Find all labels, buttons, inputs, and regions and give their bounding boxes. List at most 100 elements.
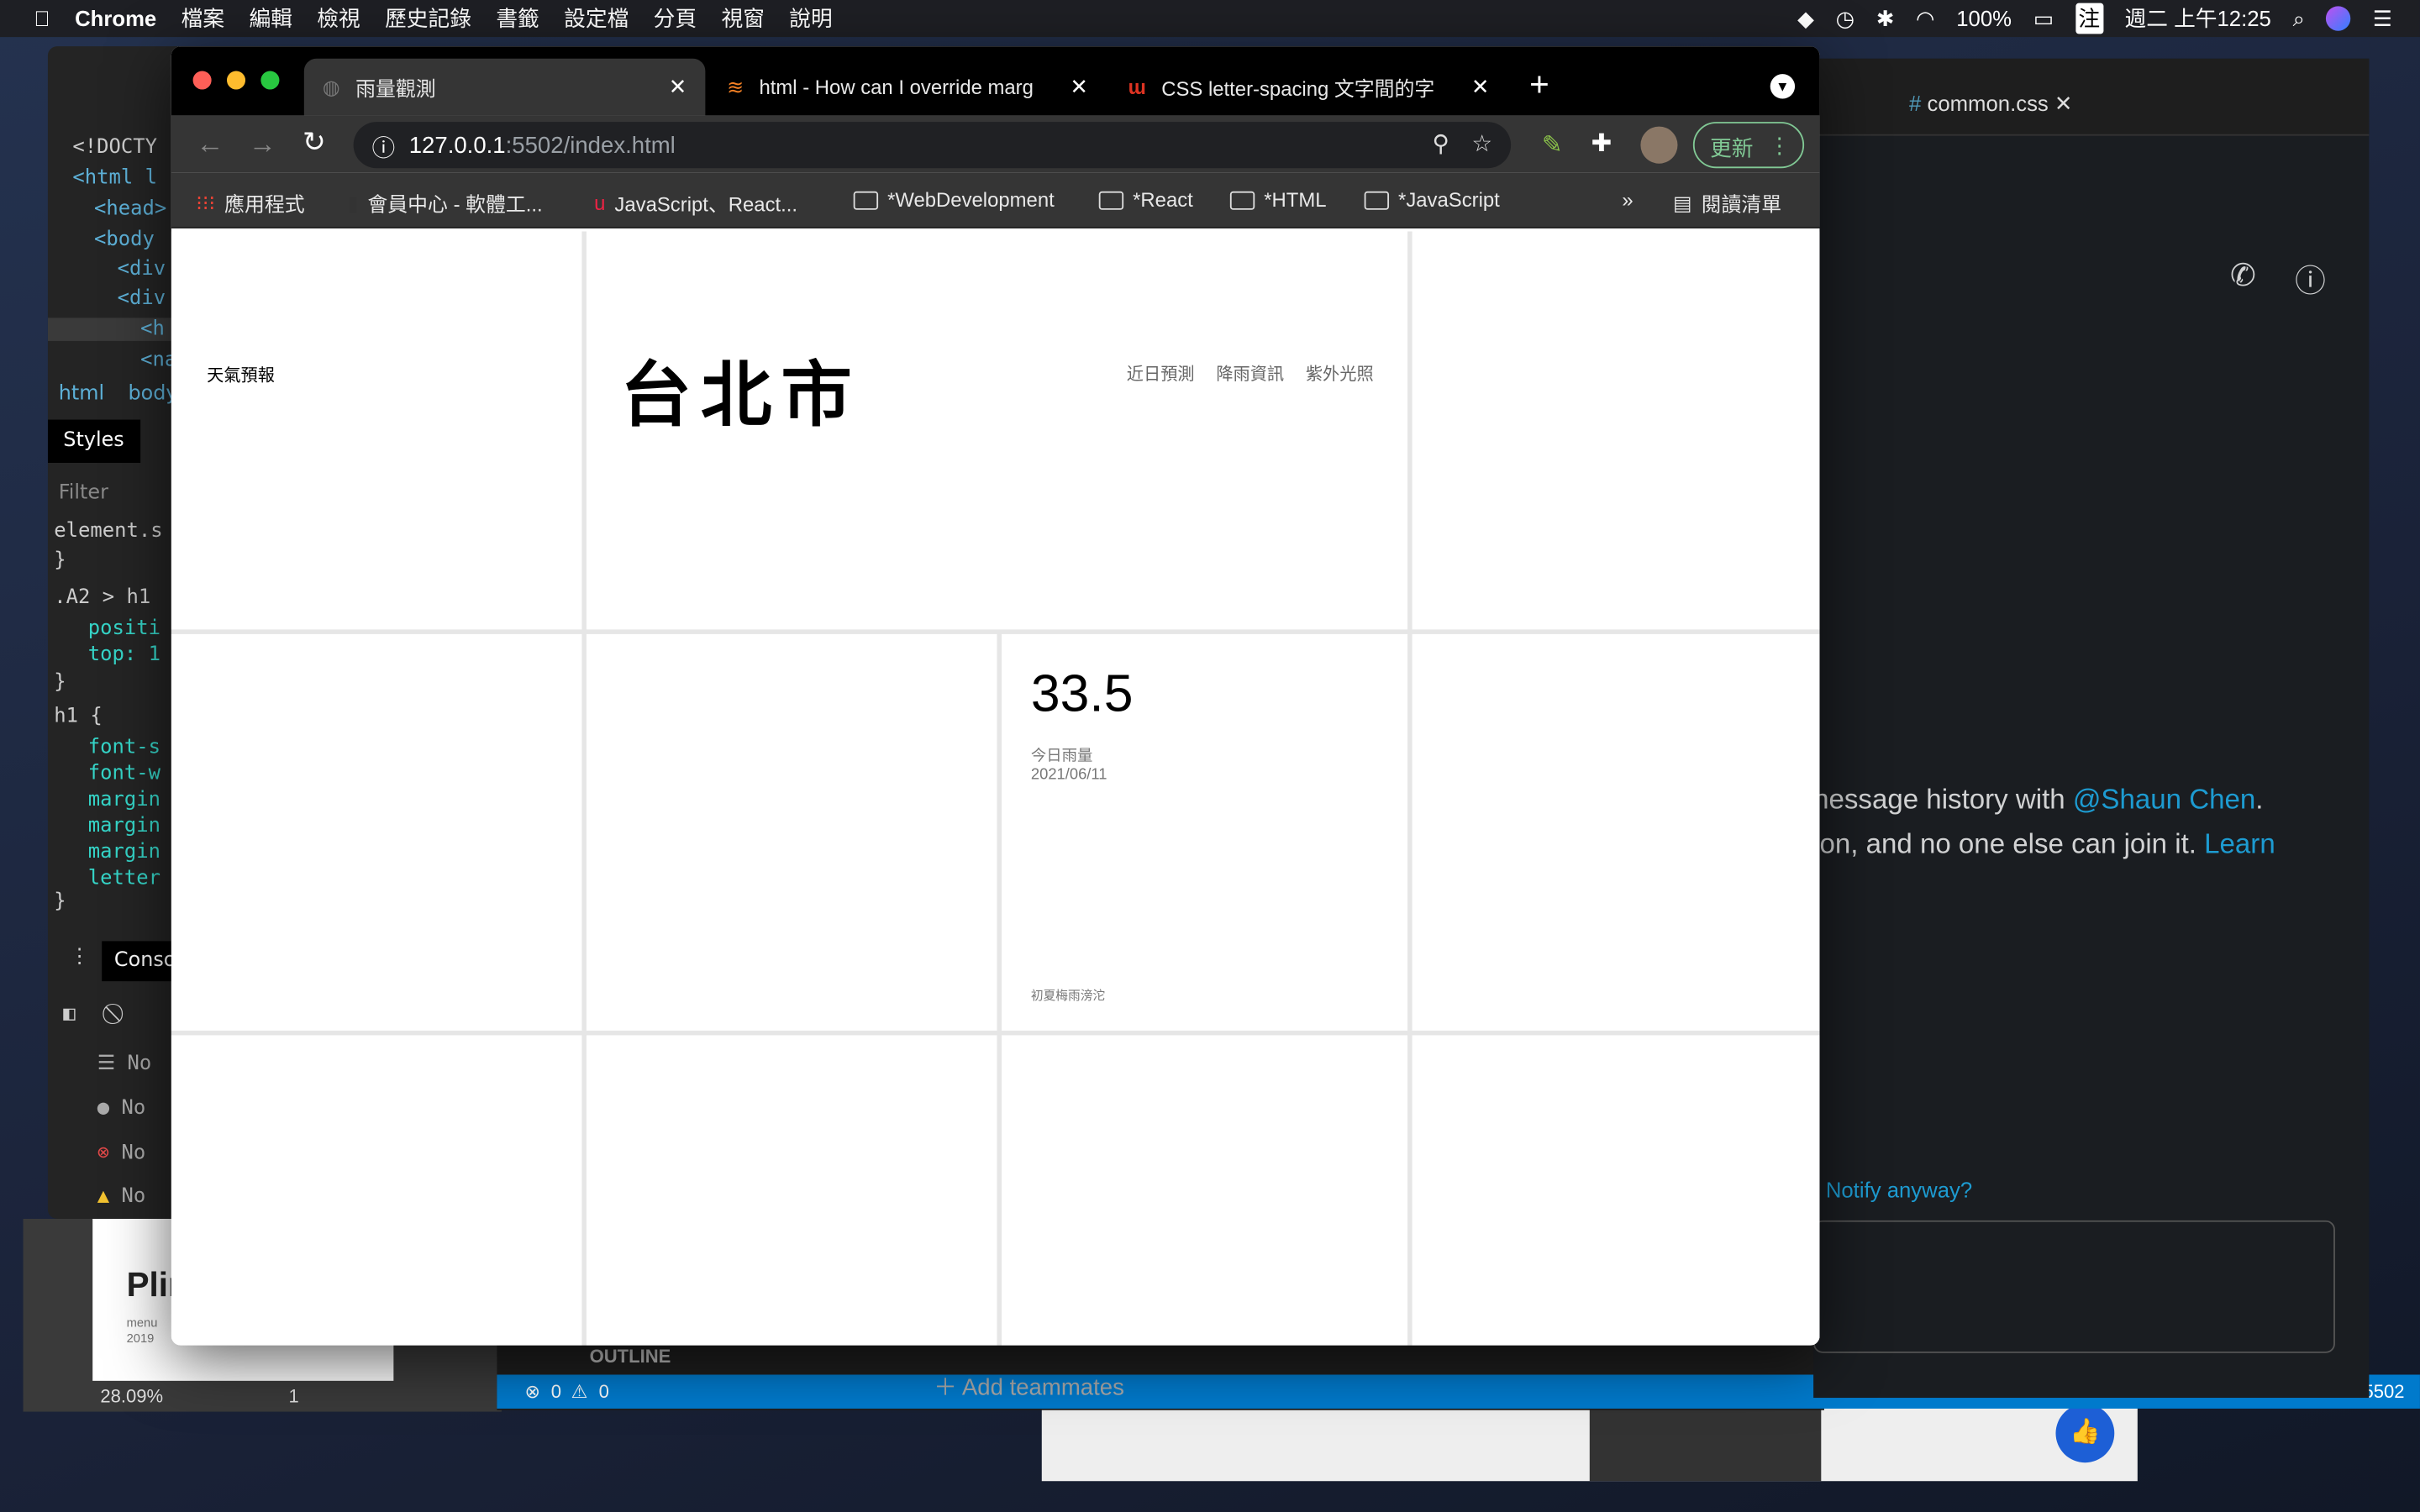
style-rule-line[interactable]: margin bbox=[88, 841, 160, 864]
nav-rain[interactable]: 降雨資訊 bbox=[1216, 361, 1284, 386]
notification-center-icon[interactable]: ☰ bbox=[2373, 5, 2392, 31]
style-rule-line[interactable]: } bbox=[54, 549, 66, 573]
dom-line[interactable]: <head> bbox=[94, 197, 166, 221]
dom-line-selected[interactable]: <h bbox=[47, 318, 187, 341]
warning-icon[interactable]: ⚠ bbox=[571, 1381, 588, 1403]
menu-app-name[interactable]: Chrome bbox=[75, 6, 156, 30]
tab-css-letter-spacing[interactable]: ɯ CSS letter-spacing 文字間的字 ✕ bbox=[1110, 59, 1508, 116]
site-info-icon[interactable]: ⓘ bbox=[372, 131, 396, 164]
bookmark-folder-html[interactable]: *HTML bbox=[1229, 188, 1327, 212]
nav-uv[interactable]: 紫外光照 bbox=[1306, 361, 1374, 386]
menu-profiles[interactable]: 設定檔 bbox=[564, 3, 629, 34]
siri-icon[interactable] bbox=[2326, 6, 2352, 31]
style-rule-line[interactable]: h1 { bbox=[54, 705, 103, 728]
console-menu-icon[interactable]: ⋮ bbox=[70, 946, 90, 969]
update-button[interactable]: 更新 ⋮ bbox=[1692, 122, 1805, 169]
styles-tab[interactable]: Styles bbox=[47, 419, 141, 464]
page-number[interactable]: 1 bbox=[288, 1385, 298, 1407]
input-method[interactable]: 注 bbox=[2075, 3, 2103, 34]
close-window-button[interactable] bbox=[192, 71, 212, 90]
style-rule-line[interactable]: } bbox=[54, 890, 66, 914]
console-user-messages[interactable]: ● No bbox=[97, 1097, 146, 1121]
warning-count[interactable]: 0 bbox=[599, 1381, 609, 1403]
close-tab-icon[interactable]: ✕ bbox=[1471, 74, 1490, 100]
close-tab-icon[interactable]: ✕ bbox=[669, 74, 687, 100]
clock[interactable]: 週二 上午12:25 bbox=[2125, 3, 2271, 34]
battery-icon[interactable]: ▭ bbox=[2033, 5, 2054, 31]
sidebar-toggle-icon[interactable]: ◧ bbox=[63, 1003, 75, 1026]
menu-view[interactable]: 檢視 bbox=[317, 3, 360, 34]
style-rule-line[interactable]: .A2 > h1 bbox=[54, 586, 150, 610]
style-rule-line[interactable]: font-w bbox=[88, 762, 160, 785]
menu-window[interactable]: 視窗 bbox=[721, 3, 764, 34]
style-rule-line[interactable]: margin bbox=[88, 815, 160, 838]
tab-search-icon[interactable]: ▼ bbox=[1770, 74, 1796, 99]
outline-section[interactable]: OUTLINE bbox=[590, 1346, 671, 1368]
like-icon[interactable]: 👍 bbox=[2055, 1404, 2115, 1463]
phone-icon[interactable]: ✆ bbox=[2230, 256, 2256, 295]
forward-button[interactable]: → bbox=[249, 128, 276, 160]
error-icon[interactable]: ⊗ bbox=[524, 1381, 539, 1403]
bookmark-javascript-react[interactable]: u JavaScript、React... bbox=[594, 188, 797, 218]
zoom-window-button[interactable] bbox=[260, 71, 280, 90]
dom-line[interactable]: <div bbox=[118, 258, 166, 281]
style-rule-line[interactable]: top: 1 bbox=[88, 643, 160, 667]
breadcrumb-html[interactable]: html bbox=[59, 383, 104, 407]
mention-link[interactable]: @Shaun Chen bbox=[2073, 784, 2255, 815]
menu-help[interactable]: 說明 bbox=[789, 3, 832, 34]
styles-filter[interactable]: Filter bbox=[59, 481, 108, 505]
nav-forecast[interactable]: 近日預測 bbox=[1127, 361, 1195, 386]
reload-button[interactable]: ↻ bbox=[302, 127, 326, 160]
spotlight-icon[interactable]: ⌕ bbox=[2293, 5, 2305, 31]
style-rule-line[interactable]: font-s bbox=[88, 736, 160, 759]
brand-label[interactable]: 天氣預報 bbox=[207, 363, 275, 387]
bookmark-member-center[interactable]: ▮ 會員中心 - 軟體工... bbox=[347, 188, 542, 218]
zoom-icon[interactable]: ⚲ bbox=[1432, 129, 1449, 157]
info-icon[interactable]: ⓘ bbox=[2295, 256, 2326, 301]
console-warnings[interactable]: ▲ No bbox=[97, 1185, 146, 1209]
dom-line[interactable]: <div bbox=[118, 287, 166, 311]
extensions-puzzle-icon[interactable]: ✚ bbox=[1591, 128, 1612, 159]
menu-bookmarks[interactable]: 書籤 bbox=[496, 3, 539, 34]
menu-file[interactable]: 檔案 bbox=[182, 3, 224, 34]
dom-line[interactable]: <html l bbox=[72, 166, 157, 190]
dropbox-icon[interactable]: ◆ bbox=[1797, 5, 1814, 31]
time-machine-icon[interactable]: ◷ bbox=[1836, 5, 1854, 31]
style-rule-line[interactable]: element.s bbox=[54, 520, 162, 543]
menu-history[interactable]: 歷史記錄 bbox=[385, 3, 471, 34]
extension-pen-icon[interactable]: ✎ bbox=[1542, 129, 1563, 160]
error-count[interactable]: 0 bbox=[551, 1381, 561, 1403]
bookmarks-overflow[interactable]: » bbox=[1622, 188, 1633, 212]
tab-rain[interactable]: ◍ 雨量觀測 ✕ bbox=[303, 58, 706, 116]
apple-icon[interactable]:  bbox=[34, 6, 50, 30]
new-tab-button[interactable]: + bbox=[1529, 65, 1549, 105]
bookmark-folder-react[interactable]: *React bbox=[1098, 188, 1193, 212]
style-rule-line[interactable]: letter bbox=[88, 867, 160, 890]
dom-line[interactable]: <body bbox=[94, 228, 155, 252]
style-rule-line[interactable]: margin bbox=[88, 789, 160, 812]
vscode-tab-common-css[interactable]: # common.css ✕ bbox=[1908, 80, 2126, 127]
learn-link[interactable]: Learn bbox=[2204, 828, 2275, 859]
menu-tab[interactable]: 分頁 bbox=[654, 3, 697, 34]
battery-percent[interactable]: 100% bbox=[1956, 6, 2012, 30]
bookmark-folder-webdev[interactable]: *WebDevelopment bbox=[853, 188, 1055, 212]
back-button[interactable]: ← bbox=[196, 128, 224, 160]
kebab-menu-icon[interactable]: ⋮ bbox=[1769, 133, 1791, 159]
console-errors[interactable]: ⊗ No bbox=[97, 1142, 146, 1165]
notify-anyway-link[interactable]: Notify anyway? bbox=[1826, 1177, 1972, 1201]
reading-list[interactable]: ▤ 閱讀清單 bbox=[1673, 188, 1781, 218]
menu-edit[interactable]: 編輯 bbox=[249, 3, 292, 34]
style-rule-line[interactable]: positi bbox=[88, 617, 160, 641]
message-input[interactable] bbox=[1813, 1220, 2335, 1353]
minimize-window-button[interactable] bbox=[226, 71, 246, 90]
bookmark-star-icon[interactable]: ☆ bbox=[1471, 129, 1492, 157]
close-tab-icon[interactable]: ✕ bbox=[1070, 74, 1088, 100]
breadcrumb-body[interactable]: body bbox=[128, 383, 177, 407]
profile-avatar[interactable] bbox=[1640, 126, 1678, 164]
wifi-icon[interactable]: ◠ bbox=[1916, 5, 1934, 31]
tab-stackoverflow[interactable]: ≋ html - How can I override marg ✕ bbox=[708, 59, 1107, 116]
dom-line[interactable]: <!DOCTY bbox=[72, 136, 157, 160]
zoom-level[interactable]: 28.09% bbox=[100, 1385, 163, 1407]
add-teammates[interactable]: ＋ Add teammates bbox=[934, 1370, 1124, 1403]
bookmark-apps[interactable]: ⁝⁝⁝ 應用程式 bbox=[196, 188, 304, 218]
